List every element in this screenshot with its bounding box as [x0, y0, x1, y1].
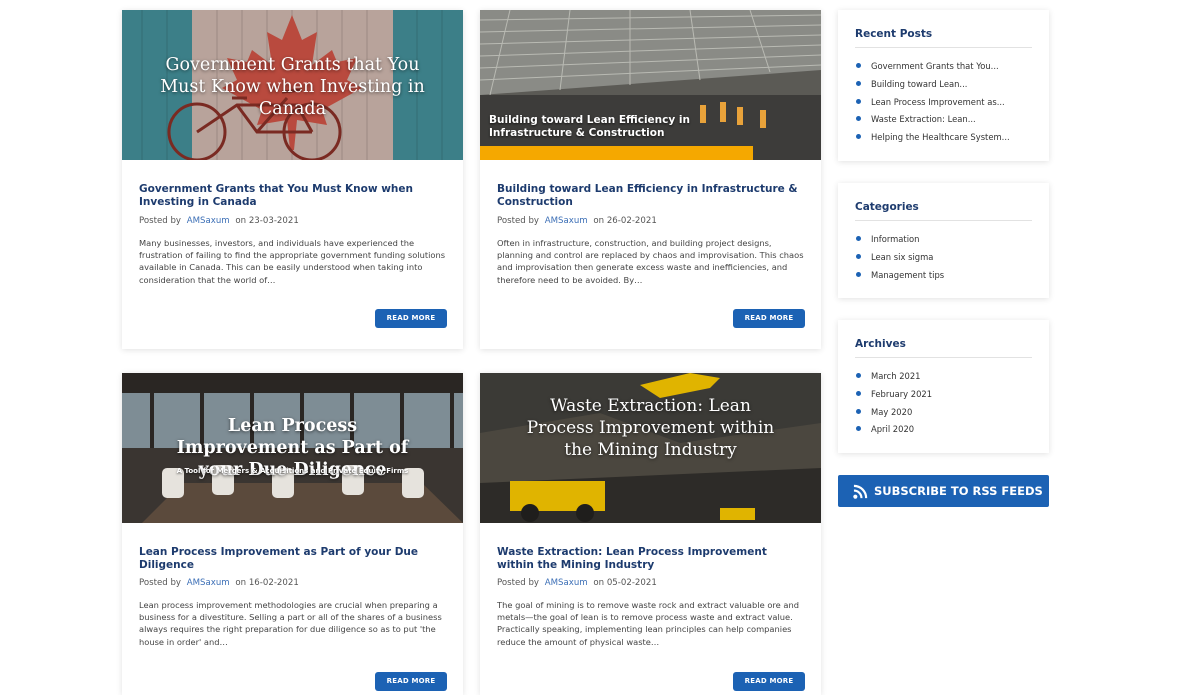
archives-widget: Archives March 2021 February 2021 May 20…	[838, 320, 1049, 453]
image-title: Building toward Lean Efficiency in Infra…	[489, 114, 690, 139]
post-excerpt: Many businesses, investors, and individu…	[139, 238, 446, 285]
highlight-bar	[480, 146, 753, 160]
recent-post-link[interactable]: Helping the Healthcare System...	[855, 131, 1039, 149]
post-image-mining[interactable]: Waste Extraction: Lean Process Improveme…	[480, 373, 821, 523]
read-more-button[interactable]: READ MORE	[733, 309, 805, 328]
categories-widget: Categories Information Lean six sigma Ma…	[838, 183, 1049, 298]
author-link[interactable]: AMSaxum	[542, 578, 591, 588]
recent-posts-list: Government Grants that You... Building t…	[855, 60, 1039, 149]
read-more-button[interactable]: READ MORE	[375, 672, 447, 691]
image-title: Government Grants that You Must Know whe…	[160, 55, 425, 119]
subscribe-rss-button[interactable]: SUBSCRIBE TO RSS FEEDS	[838, 475, 1049, 507]
post-meta: Posted by AMSaxum on 26-02-2021	[497, 216, 657, 226]
post-meta: Posted by AMSaxum on 23-03-2021	[139, 216, 299, 226]
post-card: Waste Extraction: Lean Process Improveme…	[480, 373, 821, 695]
widget-title: Categories	[855, 201, 919, 213]
on-label: on	[235, 578, 247, 588]
category-link[interactable]: Lean six sigma	[855, 251, 1039, 269]
recent-post-link[interactable]: Government Grants that You...	[855, 60, 1039, 78]
post-excerpt: The goal of mining is to remove waste ro…	[497, 600, 799, 647]
post-card: Government Grants that You Must Know whe…	[122, 10, 463, 349]
post-excerpt: Lean process improvement methodologies a…	[139, 600, 442, 647]
rss-icon	[853, 484, 868, 499]
divider	[855, 357, 1032, 358]
posted-by-label: Posted by	[139, 578, 181, 588]
post-date: 05-02-2021	[606, 578, 657, 588]
categories-list: Information Lean six sigma Management ti…	[855, 233, 1039, 286]
post-meta: Posted by AMSaxum on 16-02-2021	[139, 578, 299, 588]
posted-by-label: Posted by	[139, 216, 181, 226]
divider	[855, 47, 1032, 48]
post-card: Lean Process Improvement as Part of your…	[122, 373, 463, 695]
on-label: on	[593, 216, 605, 226]
post-card: Building toward Lean Efficiency in Infra…	[480, 10, 821, 349]
category-link[interactable]: Management tips	[855, 269, 1039, 287]
post-image-canada[interactable]: Government Grants that You Must Know whe…	[122, 10, 463, 160]
read-more-button[interactable]: READ MORE	[375, 309, 447, 328]
post-date: 23-03-2021	[248, 216, 299, 226]
posted-by-label: Posted by	[497, 578, 539, 588]
rss-label: SUBSCRIBE TO RSS FEEDS	[874, 484, 1043, 498]
post-date: 16-02-2021	[248, 578, 299, 588]
post-title[interactable]: Lean Process Improvement as Part of your…	[139, 546, 447, 572]
author-link[interactable]: AMSaxum	[184, 578, 233, 588]
recent-post-link[interactable]: Waste Extraction: Lean...	[855, 113, 1039, 131]
post-title[interactable]: Government Grants that You Must Know whe…	[139, 183, 447, 209]
post-excerpt: Often in infrastructure, construction, a…	[497, 238, 804, 285]
archives-list: March 2021 February 2021 May 2020 April …	[855, 370, 1039, 441]
archive-link[interactable]: March 2021	[855, 370, 1039, 388]
post-image-boardroom[interactable]: Lean Process Improvement as Part of your…	[122, 373, 463, 523]
author-link[interactable]: AMSaxum	[542, 216, 591, 226]
widget-title: Recent Posts	[855, 28, 933, 40]
image-subtitle: A Tool for Mergers & Acquisitions and Pr…	[176, 467, 409, 475]
recent-posts-widget: Recent Posts Government Grants that You.…	[838, 10, 1049, 161]
recent-post-link[interactable]: Building toward Lean...	[855, 78, 1039, 96]
image-title: Waste Extraction: Lean Process Improveme…	[526, 396, 775, 460]
post-title[interactable]: Waste Extraction: Lean Process Improveme…	[497, 546, 805, 572]
on-label: on	[593, 578, 605, 588]
posted-by-label: Posted by	[497, 216, 539, 226]
archive-link[interactable]: May 2020	[855, 406, 1039, 424]
archive-link[interactable]: February 2021	[855, 388, 1039, 406]
on-label: on	[235, 216, 247, 226]
archive-link[interactable]: April 2020	[855, 423, 1039, 441]
recent-post-link[interactable]: Lean Process Improvement as...	[855, 96, 1039, 114]
post-meta: Posted by AMSaxum on 05-02-2021	[497, 578, 657, 588]
widget-title: Archives	[855, 338, 906, 350]
category-link[interactable]: Information	[855, 233, 1039, 251]
divider	[855, 220, 1032, 221]
author-link[interactable]: AMSaxum	[184, 216, 233, 226]
read-more-button[interactable]: READ MORE	[733, 672, 805, 691]
post-date: 26-02-2021	[606, 216, 657, 226]
post-title[interactable]: Building toward Lean Efficiency in Infra…	[497, 183, 805, 209]
post-image-construction[interactable]: Building toward Lean Efficiency in Infra…	[480, 10, 821, 160]
